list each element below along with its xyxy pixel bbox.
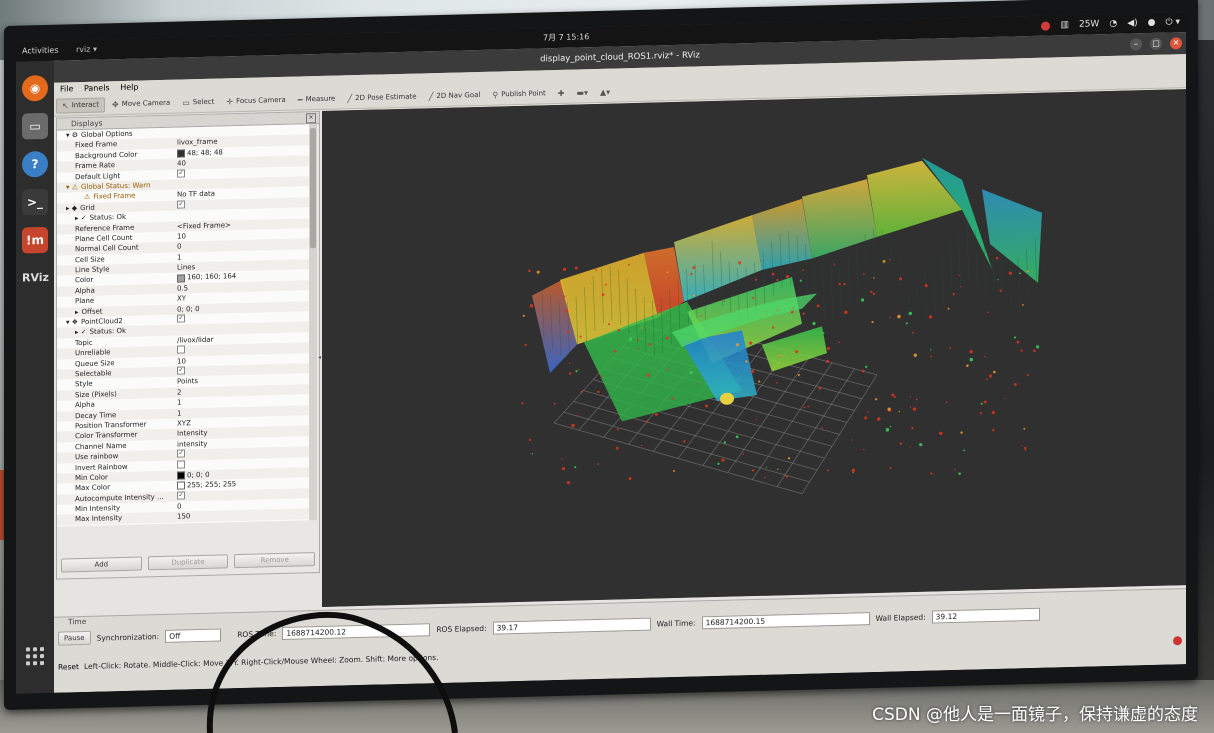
watermark: CSDN @他人是一面镜子，保持谦虚的态度: [872, 705, 1198, 725]
cable-foreground: [206, 611, 458, 733]
